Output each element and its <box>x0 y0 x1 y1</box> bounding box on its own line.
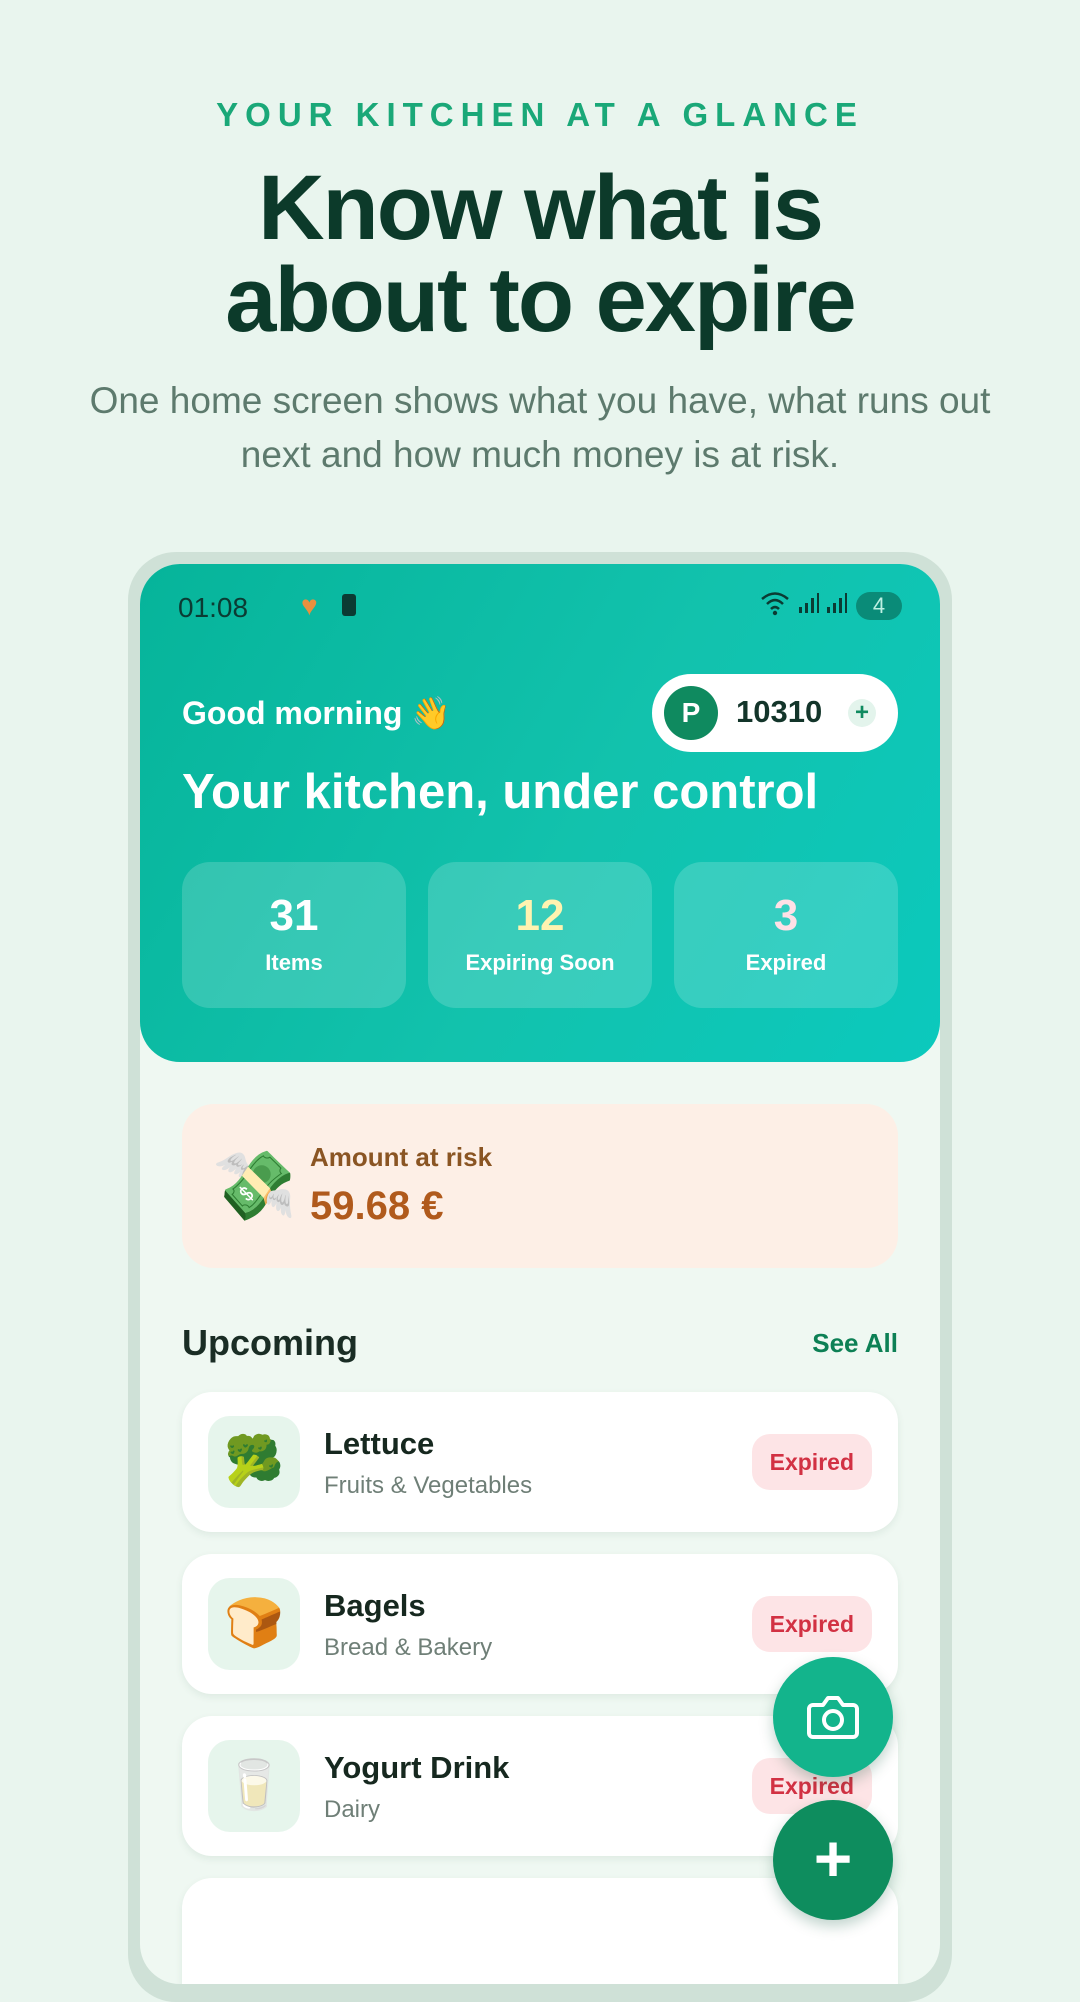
bread-icon: 🍞 <box>208 1578 300 1670</box>
promo-eyebrow: YOUR KITCHEN AT A GLANCE <box>216 96 864 133</box>
see-all-link[interactable]: See All <box>812 1328 898 1359</box>
stat-expired[interactable]: 3 Expired <box>674 862 898 1008</box>
signal-icon <box>798 592 820 620</box>
wifi-icon <box>760 590 790 623</box>
stat-value: 3 <box>773 891 799 940</box>
promo-headline: Know what is about to expire <box>0 162 1080 346</box>
headline-line-1: Know what is <box>258 157 824 259</box>
status-bar: 01:08 ♥ 4 <box>178 586 902 630</box>
risk-label: Amount at risk <box>310 1142 493 1172</box>
glass-of-milk-icon: 🥛 <box>208 1740 300 1832</box>
heart-icon: ♥ <box>301 590 318 621</box>
battery-indicator: 4 <box>856 592 902 620</box>
promo-subhead: One home screen shows what you have, wha… <box>89 380 991 475</box>
item-name: Lettuce <box>324 1426 435 1461</box>
list-item[interactable]: 🥦 Lettuce Fruits & Vegetables Expired <box>182 1392 898 1532</box>
scan-camera-button[interactable] <box>773 1657 893 1777</box>
greeting: Good morning 👋 <box>182 695 452 731</box>
stat-label: Items <box>265 950 323 975</box>
item-name: Bagels <box>324 1588 426 1623</box>
risk-value: 59.68 € <box>310 1184 444 1228</box>
status-badge: Expired <box>751 1596 872 1652</box>
status-time: 01:08 <box>178 592 249 623</box>
add-item-button[interactable]: + <box>773 1800 893 1920</box>
item-category: Fruits & Vegetables <box>324 1472 533 1499</box>
amount-at-risk-card[interactable]: 💸 Amount at risk 59.68 € <box>182 1104 898 1268</box>
stat-expiring-soon[interactable]: 12 Expiring Soon <box>428 862 652 1008</box>
stat-value: 31 <box>269 891 319 940</box>
signal-icon <box>826 592 848 620</box>
broccoli-icon: 🥦 <box>208 1416 300 1508</box>
points-badge-icon: P <box>664 686 718 740</box>
stat-items[interactable]: 31 Items <box>182 862 406 1008</box>
status-badge: Expired <box>751 1434 872 1490</box>
home-header: 01:08 ♥ 4 Good morning 👋 P 10310 + Your … <box>140 564 940 1062</box>
header-title: Your kitchen, under control <box>182 765 819 819</box>
item-name: Yogurt Drink <box>324 1750 510 1785</box>
battery-saver-icon <box>342 594 356 616</box>
app-screen: 01:08 ♥ 4 Good morning 👋 P 10310 + Your … <box>140 564 940 1984</box>
points-value: 10310 <box>736 694 823 729</box>
stat-value: 12 <box>515 891 565 940</box>
item-category: Dairy <box>324 1796 381 1823</box>
stat-label: Expired <box>745 950 827 975</box>
headline-line-2: about to expire <box>225 249 856 351</box>
camera-icon <box>807 1696 859 1739</box>
add-points-button[interactable]: + <box>848 699 876 727</box>
stat-label: Expiring Soon <box>465 950 615 975</box>
upcoming-title: Upcoming <box>182 1322 358 1363</box>
money-with-wings-icon: 💸 <box>212 1148 297 1224</box>
points-pill[interactable]: P 10310 + <box>652 674 898 752</box>
item-category: Bread & Bakery <box>324 1634 493 1661</box>
